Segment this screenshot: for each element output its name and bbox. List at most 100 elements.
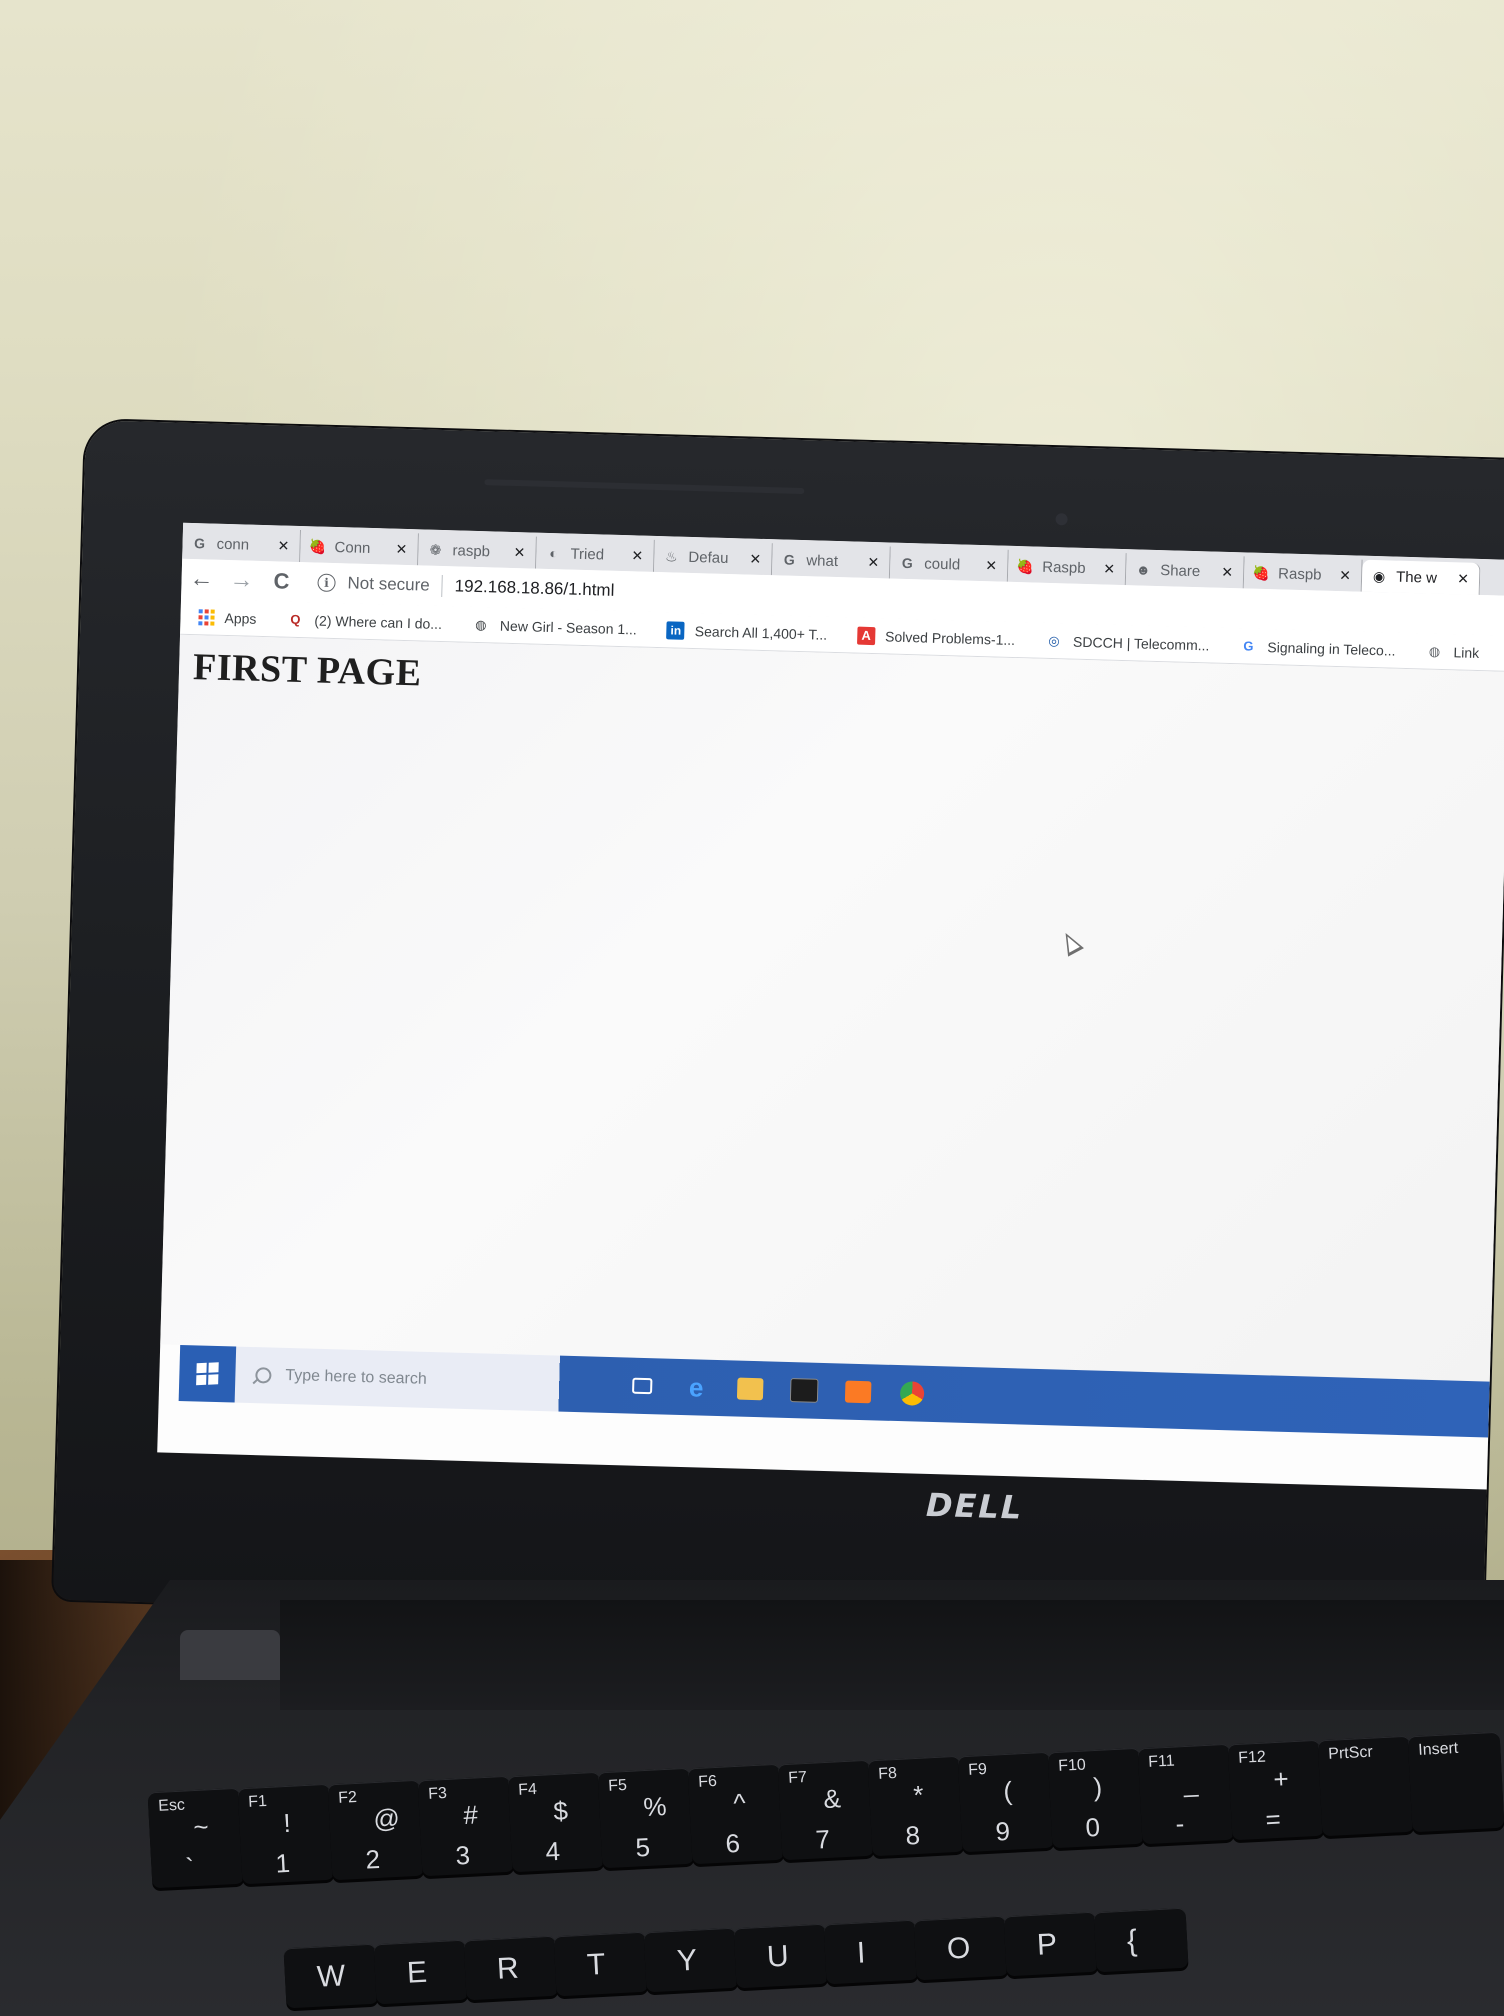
- keyboard-key[interactable]: F12 + =: [1227, 1739, 1325, 1841]
- file-explorer-icon[interactable]: [722, 1360, 778, 1417]
- bookmark-apps[interactable]: Apps: [198, 608, 257, 626]
- keyboard-key[interactable]: O: [913, 1915, 1009, 1981]
- tab-title: Raspb: [1042, 558, 1086, 577]
- tab-close-icon[interactable]: ✕: [629, 547, 645, 563]
- chrome-icon[interactable]: [884, 1365, 940, 1422]
- terminal-icon[interactable]: [776, 1362, 832, 1419]
- bookmark-item[interactable]: ◍ Link: [1425, 642, 1480, 661]
- bookmark-item[interactable]: in Search All 1,400+ T...: [666, 620, 828, 643]
- tab-close-icon[interactable]: ✕: [1337, 567, 1353, 583]
- keyboard-key[interactable]: F1! 1: [237, 1783, 335, 1885]
- keyboard-key[interactable]: P: [1003, 1911, 1099, 1977]
- key-function-label: F3: [427, 1784, 448, 1803]
- browser-tab[interactable]: Gcould ✕: [889, 546, 1009, 582]
- key-number-label: 4: [544, 1835, 561, 1867]
- key-number-label: -: [1174, 1808, 1185, 1839]
- keyboard-key[interactable]: F7 & 7: [777, 1759, 875, 1861]
- laptop: Gconn ✕ 🍓 Conn ✕ ❁ raspb ✕ ◐ Tried ✕ ♨ Defau ✕ Gw…: [53, 420, 1504, 1640]
- key-letter-label: P: [1036, 1927, 1058, 1962]
- google-icon: G: [1243, 638, 1254, 654]
- bookmark-item[interactable]: A Solved Problems-1...: [856, 626, 1016, 648]
- bookmark-label: Search All 1,400+ T...: [694, 622, 828, 643]
- keyboard-key[interactable]: F10) 0: [1047, 1747, 1145, 1849]
- taskbar-search[interactable]: Type here to search: [235, 1347, 616, 1414]
- url-text[interactable]: 192.168.18.86/1.html: [454, 576, 614, 600]
- key-number-label: 0: [1084, 1811, 1101, 1843]
- tab-favicon-icon: ☻: [1135, 561, 1151, 578]
- keyboard-key[interactable]: I: [823, 1919, 919, 1985]
- keyboard-key[interactable]: F11 _ -: [1137, 1743, 1235, 1845]
- keyboard-key[interactable]: E: [373, 1939, 469, 2005]
- key-number-label: =: [1264, 1803, 1282, 1835]
- keyboard-key[interactable]: F5% 5: [597, 1767, 695, 1869]
- key-number-label: 5: [634, 1831, 651, 1863]
- key-symbol-label: @: [372, 1802, 401, 1835]
- keyboard-key[interactable]: U: [733, 1923, 829, 1989]
- tab-close-icon[interactable]: ✕: [747, 550, 763, 567]
- key-number-label: 6: [724, 1827, 741, 1859]
- browser-tab[interactable]: ❁ raspb ✕: [418, 533, 537, 569]
- security-label[interactable]: Not secure: [347, 573, 430, 595]
- tab-title: Defau: [688, 548, 729, 567]
- key-function-label: F2: [337, 1788, 358, 1807]
- windows-logo-icon: [196, 1362, 219, 1386]
- key-symbol-label: _: [1182, 1767, 1199, 1799]
- tab-close-icon[interactable]: ✕: [1219, 563, 1235, 580]
- laptop-hinge: [280, 1600, 1504, 1710]
- tab-close-icon[interactable]: ✕: [393, 540, 409, 557]
- back-arrow-icon[interactable]: ←: [181, 563, 222, 596]
- tab-close-icon[interactable]: ✕: [1455, 570, 1471, 586]
- hinge-foot: [180, 1630, 280, 1680]
- tab-close-icon[interactable]: ✕: [1101, 560, 1117, 576]
- bookmark-item[interactable]: ◍ New Girl - Season 1...: [472, 615, 637, 638]
- key-symbol-label: (: [1002, 1775, 1013, 1807]
- keyboard-key[interactable]: R: [463, 1935, 559, 2001]
- task-view-icon[interactable]: [614, 1357, 670, 1414]
- info-icon[interactable]: i: [317, 573, 336, 593]
- tab-close-icon[interactable]: ✕: [865, 553, 881, 570]
- start-button[interactable]: [178, 1344, 237, 1403]
- key-function-label: F8: [877, 1764, 898, 1783]
- bookmark-item[interactable]: G Signaling in Teleco...: [1239, 637, 1396, 659]
- keyboard-key[interactable]: W: [283, 1943, 379, 2009]
- key-letter-label: Y: [676, 1943, 698, 1978]
- keyboard-key[interactable]: F2 @2: [327, 1779, 425, 1881]
- browser-tab[interactable]: Gwhat ✕: [771, 543, 891, 579]
- keyboard-key[interactable]: Insert: [1407, 1731, 1504, 1833]
- keyboard-key[interactable]: Y: [643, 1927, 739, 1993]
- tab-close-icon[interactable]: ✕: [511, 543, 527, 560]
- tab-favicon-icon: 🍓: [1016, 557, 1035, 575]
- xampp-icon[interactable]: [830, 1363, 886, 1420]
- globe-icon: ◍: [1428, 643, 1441, 659]
- keyboard-key[interactable]: T: [553, 1931, 649, 1997]
- bookmark-item[interactable]: ◎ SDCCH | Telecomm...: [1045, 631, 1210, 654]
- keyboard-key[interactable]: Esc ~ `: [147, 1787, 245, 1889]
- browser-tab[interactable]: Gconn ✕: [182, 526, 302, 563]
- browser-tab[interactable]: ◐ Tried ✕: [536, 536, 655, 572]
- forward-arrow-icon[interactable]: →: [221, 564, 262, 597]
- tab-close-icon[interactable]: ✕: [275, 537, 291, 553]
- browser-tab[interactable]: ☻ Share ✕: [1125, 553, 1245, 589]
- keyboard-key[interactable]: F9 (9: [957, 1751, 1055, 1853]
- acrobat-icon: A: [856, 626, 876, 645]
- browser-tab[interactable]: 🍓 Raspb ✕: [1007, 549, 1127, 586]
- keyboard-key[interactable]: F3 #3: [417, 1775, 515, 1877]
- tab-favicon-icon: G: [783, 551, 796, 568]
- tab-title: Share: [1159, 561, 1201, 580]
- keyboard-key[interactable]: F8 * 8: [867, 1755, 965, 1857]
- browser-tab[interactable]: 🍓 Raspb ✕: [1243, 556, 1363, 592]
- edge-icon[interactable]: e: [668, 1359, 724, 1416]
- bookmark-item[interactable]: Q (2) Where can I do...: [286, 610, 442, 632]
- bookmark-label: Solved Problems-1...: [884, 627, 1016, 648]
- reload-icon[interactable]: C: [261, 565, 302, 598]
- keyboard-key[interactable]: PrtScr: [1317, 1735, 1415, 1837]
- laptop-screen: Gconn ✕ 🍓 Conn ✕ ❁ raspb ✕ ◐ Tried ✕ ♨ Defau ✕ Gw…: [157, 522, 1504, 1490]
- tab-close-icon[interactable]: ✕: [983, 557, 999, 573]
- browser-tab[interactable]: ♨ Defau ✕: [653, 539, 773, 576]
- browser-tab[interactable]: 🍓 Conn ✕: [300, 530, 419, 566]
- tab-favicon-icon: ❁: [429, 541, 442, 558]
- keyboard-key[interactable]: {: [1093, 1907, 1189, 1973]
- keyboard-key[interactable]: F6 ^ 6: [687, 1763, 785, 1865]
- keyboard-key[interactable]: F4 $4: [507, 1771, 605, 1873]
- browser-tab-active[interactable]: ◉ The w ✕: [1361, 559, 1481, 595]
